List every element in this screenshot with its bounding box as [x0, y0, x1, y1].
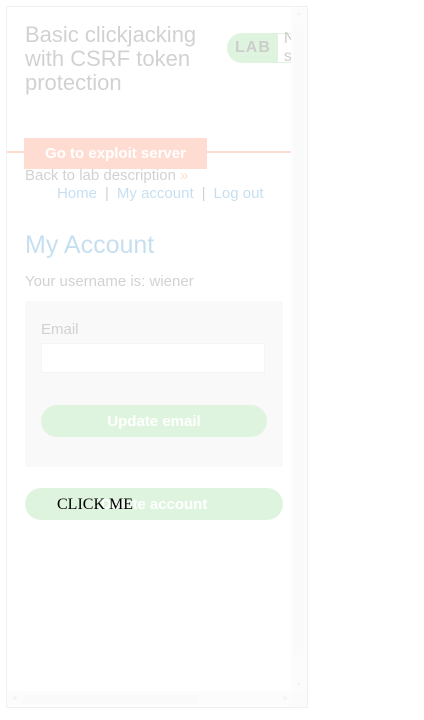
chevron-right-icon: » [179, 167, 189, 184]
top-nav: Home | My account | Log out [57, 185, 264, 202]
nav-separator: | [201, 185, 206, 202]
email-field[interactable] [41, 343, 265, 373]
decoy-click-me-text[interactable]: CLICK ME [57, 496, 133, 514]
page-title: My Account [25, 231, 155, 259]
vertical-scroll-thumb[interactable] [294, 25, 304, 655]
nav-home-link[interactable]: Home [57, 185, 97, 202]
exploit-server-button[interactable]: Go to exploit server [24, 138, 207, 169]
vertical-scrollbar[interactable]: ▲ ▼ [291, 7, 307, 693]
nav-log-out-link[interactable]: Log out [214, 185, 264, 202]
back-link-label: Back to lab description [25, 167, 176, 184]
target-iframe[interactable]: Basic clickjacking with CSRF token prote… [6, 6, 308, 708]
nav-separator: | [105, 185, 109, 202]
back-to-lab-link[interactable]: Back to lab description» [25, 167, 188, 184]
horizontal-scroll-thumb[interactable] [23, 695, 199, 704]
scroll-left-icon[interactable]: ◀ [7, 691, 21, 707]
nav-my-account-link[interactable]: My account [117, 185, 194, 202]
change-email-form: Email Update email [25, 301, 283, 467]
scroll-up-icon[interactable]: ▲ [291, 7, 307, 21]
lab-title: Basic clickjacking with CSRF token prote… [25, 22, 197, 95]
lab-badge-label: LAB [235, 39, 271, 56]
username-text: Your username is: wiener [25, 273, 194, 290]
update-email-button[interactable]: Update email [41, 405, 267, 437]
email-label: Email [41, 321, 79, 338]
horizontal-scrollbar[interactable]: ◀ ▶ [7, 691, 293, 707]
victim-page: Basic clickjacking with CSRF token prote… [7, 7, 307, 707]
scrollbar-corner [291, 691, 307, 707]
